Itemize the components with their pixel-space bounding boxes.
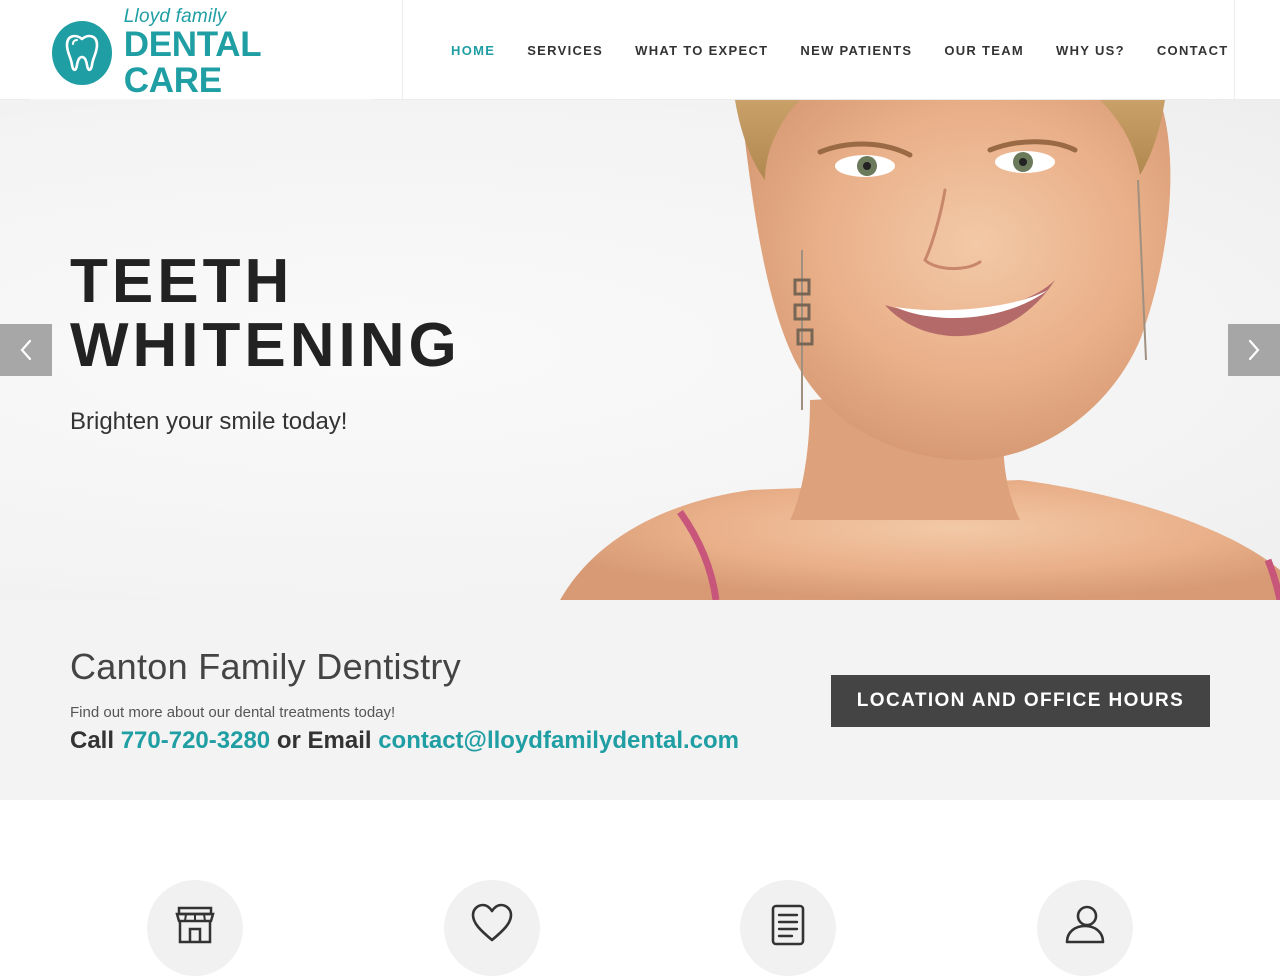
logo-tagline: Lloyd family — [123, 6, 227, 27]
feature-document[interactable] — [740, 880, 836, 976]
feature-person[interactable] — [1037, 880, 1133, 976]
hero-photo — [560, 100, 1280, 600]
nav-item-our-team[interactable]: OUR TEAM — [944, 43, 1024, 58]
header-divider — [1234, 0, 1235, 100]
feature-heart[interactable] — [444, 880, 540, 976]
nav-item-contact[interactable]: CONTACT — [1157, 43, 1229, 58]
main-nav: HOME SERVICES WHAT TO EXPECT NEW PATIENT… — [451, 40, 1229, 60]
hero-title-line2: WHITENING — [70, 311, 461, 380]
call-label: Call — [70, 727, 115, 754]
site-header: Lloyd family DENTAL CARE HOME SERVICES W… — [0, 0, 1280, 105]
info-bar: Canton Family Dentistry Find out more ab… — [0, 600, 1280, 800]
hero-subtitle: Brighten your smile today! — [70, 408, 348, 435]
logo-wordmark: DENTAL CARE — [123, 25, 261, 100]
info-description: Find out more about our dental treatment… — [70, 704, 396, 721]
header-divider — [402, 0, 403, 100]
storefront-icon — [175, 906, 215, 944]
nav-item-new-patients[interactable]: NEW PATIENTS — [800, 43, 912, 58]
nav-item-why-us[interactable]: WHY US? — [1056, 43, 1125, 58]
feature-storefront[interactable] — [147, 880, 243, 976]
nav-item-what-to-expect[interactable]: WHAT TO EXPECT — [635, 43, 768, 58]
contact-line: Call 770-720-3280 or Email contact@lloyd… — [70, 727, 739, 755]
hero-title: TEETH WHITENING — [70, 250, 461, 378]
nav-item-services[interactable]: SERVICES — [527, 43, 603, 58]
email-link[interactable]: contact@lloydfamilydental.com — [378, 727, 739, 754]
heart-icon — [471, 903, 513, 942]
hero-slider: TEETH WHITENING Brighten your smile toda… — [0, 100, 1280, 600]
document-icon — [771, 904, 805, 946]
person-icon — [1065, 905, 1105, 944]
chevron-left-icon — [20, 339, 32, 361]
tooth-icon — [52, 21, 112, 85]
chevron-right-icon — [1248, 339, 1260, 361]
hero-title-line1: TEETH — [70, 247, 294, 316]
logo[interactable]: Lloyd family DENTAL CARE — [52, 7, 352, 99]
info-title: Canton Family Dentistry — [70, 646, 462, 687]
slider-next-button[interactable] — [1228, 324, 1280, 376]
or-email-label: or Email — [276, 727, 372, 754]
location-hours-button[interactable]: LOCATION AND OFFICE HOURS — [831, 675, 1210, 727]
phone-link[interactable]: 770-720-3280 — [121, 727, 270, 754]
nav-item-home[interactable]: HOME — [451, 43, 495, 58]
slider-prev-button[interactable] — [0, 324, 52, 376]
